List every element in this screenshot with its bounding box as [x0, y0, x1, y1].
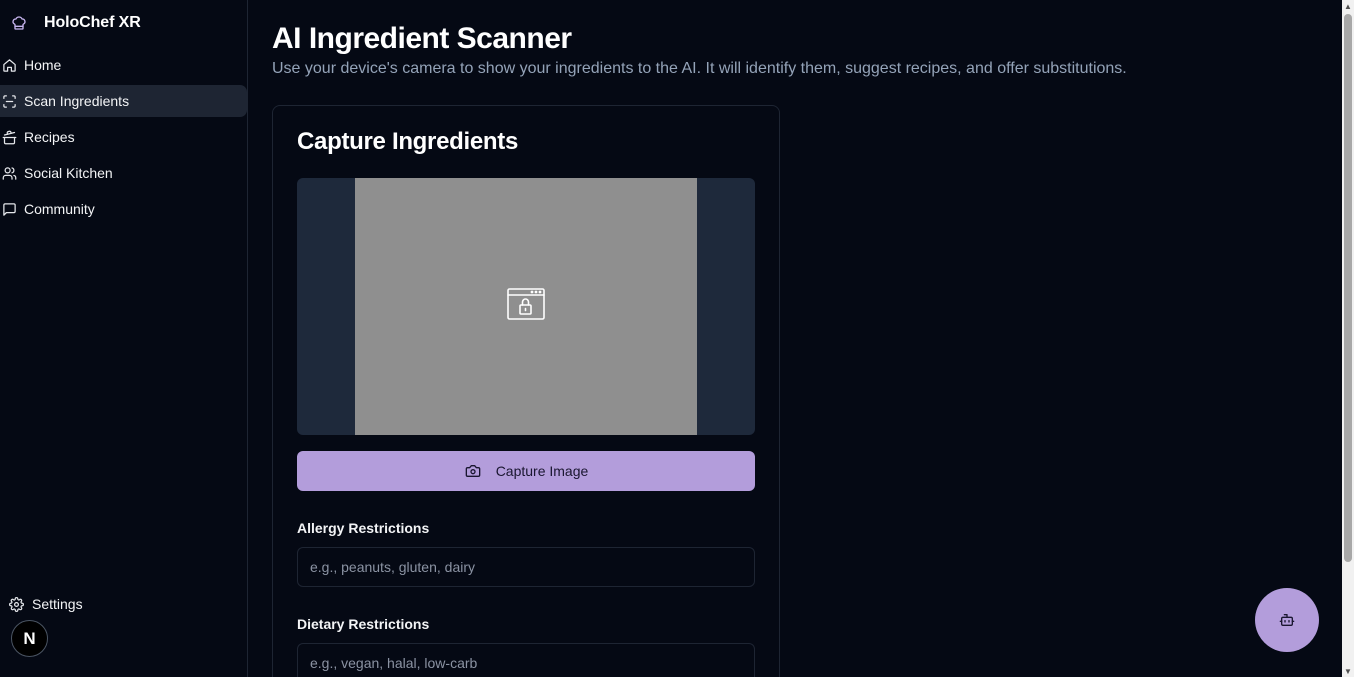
sidebar-item-label: Scan Ingredients: [24, 93, 130, 109]
camera-icon: [464, 462, 482, 480]
cooking-pot-icon: [1, 129, 17, 145]
main-content: AI Ingredient Scanner Use your device's …: [248, 0, 1342, 677]
scan-icon: [1, 93, 17, 109]
scroll-up-arrow[interactable]: ▲: [1342, 0, 1354, 12]
camera-preview: [297, 178, 755, 435]
sidebar-item-scan-ingredients[interactable]: Scan Ingredients: [0, 85, 247, 117]
gear-icon: [8, 596, 24, 612]
users-icon: [1, 165, 17, 181]
message-square-icon: [1, 201, 17, 217]
settings-button[interactable]: Settings: [8, 594, 83, 614]
vertical-scrollbar[interactable]: ▲ ▼: [1342, 0, 1354, 677]
scroll-down-arrow[interactable]: ▼: [1342, 665, 1354, 677]
allergy-input[interactable]: [297, 547, 755, 587]
dietary-label: Dietary Restrictions: [297, 616, 430, 632]
ai-assistant-button[interactable]: [1255, 588, 1319, 652]
capture-button-label: Capture Image: [495, 463, 589, 479]
sidebar: HoloChef XR Home Scan Ingredients Recipe…: [0, 0, 248, 677]
camera-frame: [355, 178, 697, 435]
brand[interactable]: HoloChef XR: [10, 12, 141, 34]
card-title: Capture Ingredients: [297, 128, 518, 155]
page-subtitle: Use your device's camera to show your in…: [272, 60, 1127, 77]
home-icon: [1, 57, 17, 73]
chef-hat-icon: [10, 14, 28, 32]
bot-icon: [1279, 612, 1295, 628]
page-title: AI Ingredient Scanner: [272, 22, 572, 55]
dietary-input[interactable]: [297, 643, 755, 677]
scroll-thumb[interactable]: [1344, 14, 1352, 562]
sidebar-item-label: Community: [24, 201, 95, 217]
capture-image-button[interactable]: Capture Image: [297, 451, 755, 491]
sidebar-item-social-kitchen[interactable]: Social Kitchen: [0, 157, 247, 189]
sidebar-nav: Home Scan Ingredients Recipes Social Kit…: [0, 49, 247, 229]
app-root: HoloChef XR Home Scan Ingredients Recipe…: [0, 0, 1354, 677]
sidebar-item-label: Social Kitchen: [24, 165, 113, 181]
browser-lock-icon: [507, 288, 545, 325]
brand-name: HoloChef XR: [44, 14, 141, 31]
dev-badge[interactable]: N: [11, 620, 48, 657]
settings-label: Settings: [32, 596, 83, 612]
sidebar-item-label: Home: [24, 57, 62, 73]
capture-card: Capture Ingredients Capture Image Allerg…: [272, 105, 780, 677]
sidebar-item-label: Recipes: [24, 129, 75, 145]
sidebar-item-community[interactable]: Community: [0, 193, 247, 225]
sidebar-item-home[interactable]: Home: [0, 49, 247, 81]
allergy-label: Allergy Restrictions: [297, 520, 430, 536]
sidebar-item-recipes[interactable]: Recipes: [0, 121, 247, 153]
